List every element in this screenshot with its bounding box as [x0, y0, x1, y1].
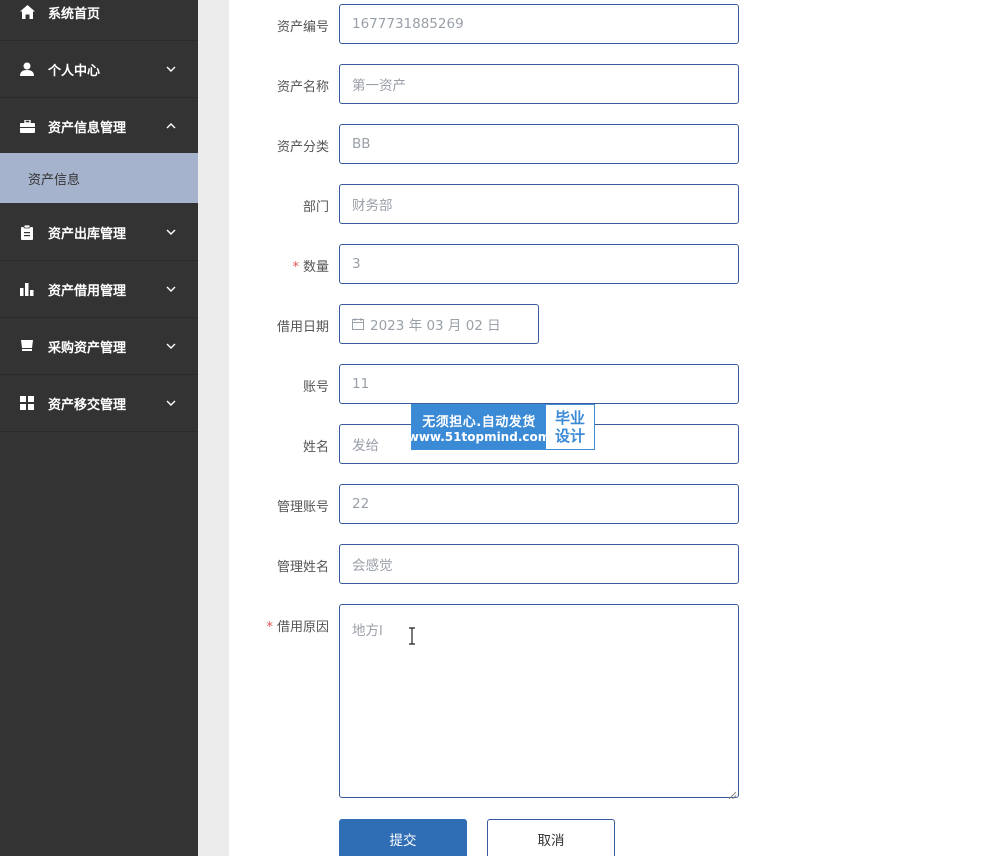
quantity-label: * 数量	[292, 260, 329, 275]
name-label: 姓名	[302, 440, 329, 455]
watermark-line2: www.51topmind.com	[407, 429, 551, 444]
asset-name-input[interactable]: 第一资产	[339, 64, 739, 104]
borrow-reason-textarea[interactable]: 地方l	[339, 604, 739, 800]
sidebar-item-label: 系统首页	[48, 6, 101, 22]
borrow-reason-label: * 借用原因	[266, 620, 329, 635]
clipboard-icon	[19, 224, 35, 240]
sidebar-item-label: 采购资产管理	[48, 340, 127, 356]
user-icon	[19, 61, 35, 77]
submit-button[interactable]: 提交	[339, 819, 467, 856]
sidebar-item-label: 个人中心	[48, 63, 101, 79]
account-label: 账号	[302, 380, 329, 395]
sidebar-item-label: 资产出库管理	[48, 226, 127, 242]
borrow-date-value: 2023 年 03 月 02 日	[370, 318, 501, 334]
asset-code-label: 资产编号	[276, 20, 329, 35]
asset-category-input[interactable]: BB	[339, 124, 739, 164]
resize-grip-icon[interactable]	[728, 787, 737, 800]
bar-chart-icon	[19, 281, 35, 297]
sidebar-item-personal-center[interactable]: 个人中心	[0, 41, 198, 98]
chevron-down-icon	[165, 63, 177, 75]
sidebar: 系统首页 个人中心 资产信息管理 资产信息 资产出库管理 资产借用管理 采购资产…	[0, 0, 198, 856]
chevron-down-icon	[165, 283, 177, 295]
asset-name-label: 资产名称	[276, 80, 329, 95]
borrow-reason-value: 地方l	[352, 623, 383, 639]
sidebar-item-asset-info-management[interactable]: 资产信息管理	[0, 98, 198, 155]
cart-icon	[19, 338, 35, 354]
admin-account-input[interactable]: 22	[339, 484, 739, 524]
admin-name-label: 管理姓名	[276, 560, 329, 575]
chevron-down-icon	[165, 226, 177, 238]
calendar-icon	[352, 318, 364, 330]
required-mark: *	[292, 260, 299, 275]
submenu-item-asset-info[interactable]: 资产信息	[0, 153, 198, 203]
watermark-right2: 设计	[554, 427, 585, 445]
submenu-item-label: 资产信息	[28, 172, 81, 188]
department-input[interactable]: 财务部	[339, 184, 739, 224]
quantity-input[interactable]: 3	[339, 244, 739, 284]
sidebar-item-asset-outbound-management[interactable]: 资产出库管理	[0, 204, 198, 261]
sidebar-item-asset-transfer-management[interactable]: 资产移交管理	[0, 375, 198, 432]
chevron-down-icon	[165, 340, 177, 352]
sidebar-item-purchase-asset-management[interactable]: 采购资产管理	[0, 318, 198, 375]
chevron-down-icon	[165, 397, 177, 409]
sidebar-item-label: 资产借用管理	[48, 283, 127, 299]
briefcase-icon	[19, 118, 35, 134]
sidebar-item-label: 资产移交管理	[48, 397, 127, 413]
sidebar-item-home[interactable]: 系统首页	[0, 0, 198, 41]
text-cursor-icon	[408, 627, 416, 645]
account-input[interactable]: 11	[339, 364, 739, 404]
borrow-date-label: 借用日期	[276, 320, 329, 335]
asset-category-label: 资产分类	[276, 140, 329, 155]
chevron-up-icon	[165, 120, 177, 132]
sidebar-item-label: 资产信息管理	[48, 120, 127, 136]
required-mark: *	[266, 620, 273, 635]
home-icon	[19, 4, 35, 20]
department-label: 部门	[302, 200, 329, 215]
watermark-line1: 无须担心.自动发货	[422, 414, 536, 430]
asset-code-input[interactable]: 1677731885269	[339, 4, 739, 44]
admin-account-label: 管理账号	[276, 500, 329, 515]
grid-icon	[19, 395, 35, 411]
watermark-right1: 毕业	[554, 409, 585, 427]
watermark-badge: 无须担心.自动发货 www.51topmind.com 毕业 设计	[407, 404, 595, 450]
content-gutter	[198, 0, 229, 856]
borrow-date-picker[interactable]: 2023 年 03 月 02 日	[339, 304, 539, 344]
admin-name-input[interactable]: 会感觉	[339, 544, 739, 584]
cancel-button[interactable]: 取消	[487, 819, 615, 856]
sidebar-item-asset-borrow-management[interactable]: 资产借用管理	[0, 261, 198, 318]
